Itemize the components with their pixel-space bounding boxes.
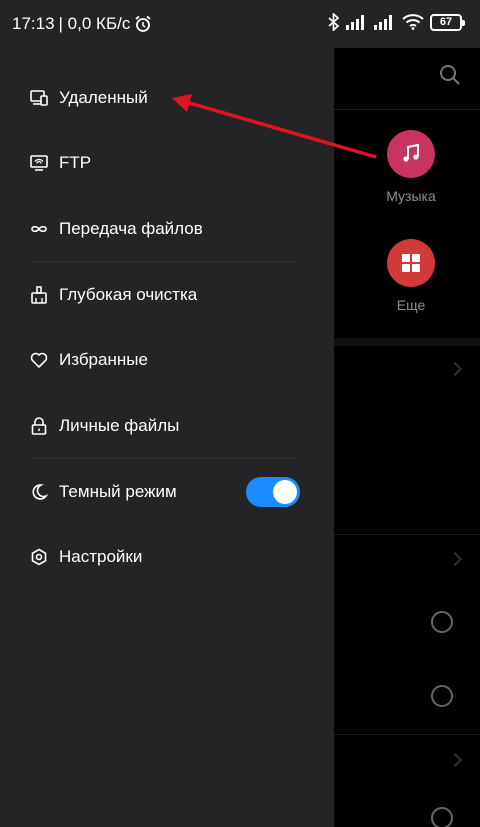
- chevron-right-icon[interactable]: [447, 551, 463, 567]
- remote-device-icon: [30, 89, 48, 107]
- moon-icon: [30, 483, 48, 501]
- bluetooth-icon: [328, 13, 340, 31]
- toggle-knob: [273, 480, 297, 504]
- category-label: Музыка: [386, 188, 436, 204]
- drawer-item-label: Глубокая очистка: [59, 285, 198, 304]
- brush-icon: [30, 286, 48, 304]
- search-icon[interactable]: [438, 63, 462, 87]
- status-left: 17:13 | 0,0 КБ/с: [12, 14, 152, 34]
- category-more[interactable]: Еще: [366, 239, 456, 313]
- drawer-item-transfer[interactable]: Передача файлов: [30, 209, 310, 249]
- row-divider: [334, 534, 480, 535]
- battery-level: 67: [439, 16, 453, 28]
- wifi-icon: [402, 14, 424, 30]
- chevron-right-icon[interactable]: [447, 752, 463, 768]
- status-right: 67: [328, 13, 465, 31]
- navigation-drawer: Удаленный FTP Передача файлов Глубокая о…: [0, 48, 334, 827]
- drawer-item-private-files[interactable]: Личные файлы: [30, 406, 310, 446]
- battery-indicator: 67: [430, 13, 465, 31]
- drawer-item-deep-clean[interactable]: Глубокая очистка: [30, 275, 310, 315]
- drawer-item-label: Личные файлы: [59, 416, 180, 435]
- gear-icon: [30, 548, 48, 566]
- dark-mode-toggle[interactable]: [246, 477, 300, 507]
- radio-button[interactable]: [431, 685, 453, 707]
- category-music[interactable]: Музыка: [366, 130, 456, 204]
- transfer-loop-icon: [30, 220, 48, 238]
- drawer-item-label: Избранные: [59, 350, 148, 369]
- lock-icon: [30, 417, 48, 435]
- music-note-icon: [387, 130, 435, 178]
- drawer-item-label: Передача файлов: [59, 219, 203, 238]
- drawer-item-label: Настройки: [59, 547, 143, 566]
- drawer-item-label: Темный режим: [59, 482, 177, 501]
- drawer-item-ftp[interactable]: FTP: [30, 143, 310, 183]
- drawer-item-label: FTP: [59, 153, 92, 172]
- drawer-item-remote[interactable]: Удаленный: [30, 78, 310, 118]
- alarm-icon: [135, 15, 151, 32]
- status-time: 17:13: [12, 14, 55, 33]
- status-bar: 17:13 | 0,0 КБ/с 67: [0, 0, 480, 48]
- network-speed: | 0,0 КБ/с: [58, 14, 131, 33]
- heart-icon: [30, 351, 48, 369]
- ftp-icon: [30, 154, 48, 172]
- signal-icon: [346, 15, 364, 30]
- category-label: Еще: [396, 297, 426, 313]
- grid-icon: [387, 239, 435, 287]
- drawer-divider: [30, 261, 298, 262]
- chevron-right-icon[interactable]: [447, 361, 463, 377]
- drawer-item-settings[interactable]: Настройки: [30, 537, 310, 577]
- row-divider: [334, 734, 480, 735]
- radio-button[interactable]: [431, 807, 453, 827]
- drawer-item-label: Удаленный: [59, 88, 148, 107]
- radio-button[interactable]: [431, 611, 453, 633]
- drawer-item-favorites[interactable]: Избранные: [30, 340, 310, 380]
- signal-icon-2: [374, 15, 392, 30]
- drawer-divider: [30, 458, 298, 459]
